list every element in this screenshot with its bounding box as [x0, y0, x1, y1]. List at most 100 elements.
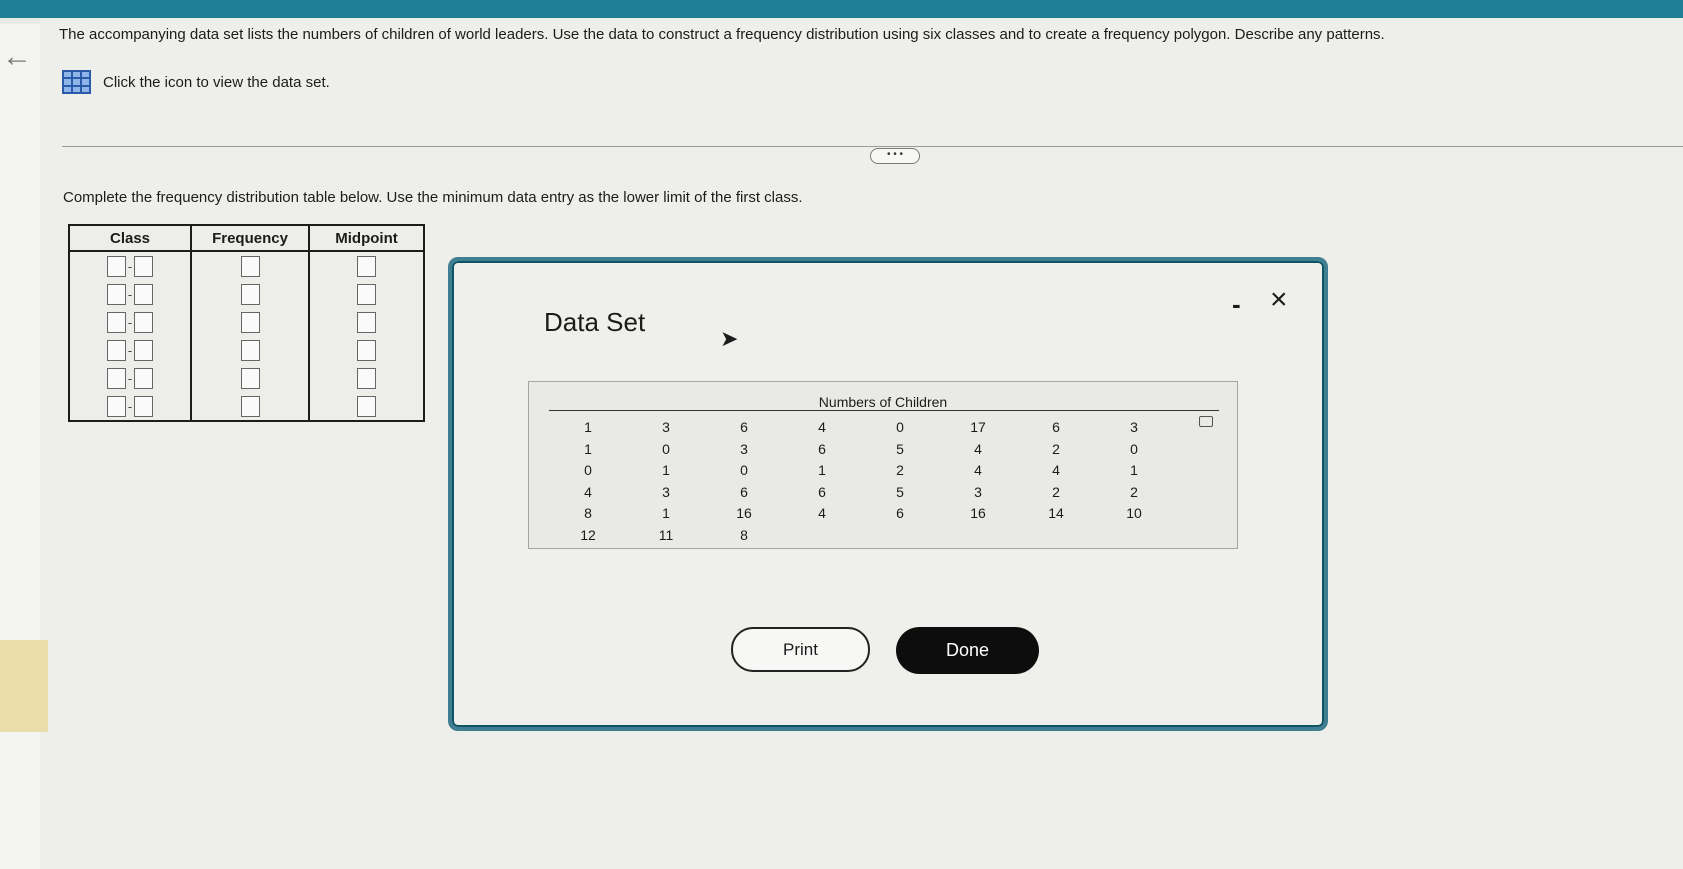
data-value: 3	[1130, 419, 1138, 435]
done-button[interactable]: Done	[896, 627, 1039, 674]
copy-data-icon[interactable]	[1199, 416, 1213, 427]
midpoint-cell	[308, 308, 425, 336]
data-set-dialog: Data Set ➤ - × Numbers of Children 11048…	[448, 257, 1328, 731]
data-value: 2	[896, 462, 904, 478]
frequency-input[interactable]	[240, 255, 260, 277]
data-value: 0	[662, 440, 670, 457]
top-bar	[0, 0, 1683, 18]
data-value: 1	[818, 462, 826, 478]
data-link-label: Click the icon to view the data set.	[103, 73, 330, 91]
instruction-text: Complete the frequency distribution tabl…	[63, 189, 803, 206]
data-column: 0 5 2 5 6	[861, 417, 939, 546]
data-value: 2	[1052, 483, 1060, 500]
class-dash: -	[127, 342, 133, 358]
midpoint-input[interactable]	[357, 255, 376, 277]
data-value: 3	[662, 419, 670, 435]
minimize-button[interactable]: -	[1232, 289, 1241, 320]
frequency-input[interactable]	[240, 367, 260, 389]
data-table-icon[interactable]	[62, 70, 91, 94]
print-button[interactable]: Print	[731, 627, 870, 672]
data-value: 1	[662, 462, 670, 478]
column-header-midpoint: Midpoint	[308, 224, 425, 252]
data-value: 4	[1052, 462, 1060, 478]
data-column: 3 0 1 2 10	[1095, 417, 1173, 546]
data-value: 0	[1130, 440, 1138, 457]
class-lower-input[interactable]	[107, 367, 126, 389]
column-header-frequency: Frequency	[190, 224, 310, 252]
class-upper-input[interactable]	[134, 395, 153, 417]
class-upper-input[interactable]	[134, 283, 153, 305]
frequency-cell	[190, 392, 310, 422]
class-upper-input[interactable]	[134, 255, 153, 277]
table-row: -	[68, 280, 425, 308]
frequency-cell	[190, 364, 310, 392]
close-button[interactable]: ×	[1270, 283, 1288, 317]
table-row: -	[68, 251, 425, 280]
data-columns: 1 1 0 4 8 12 3 0 1 3 1 11 6 3 0 6 16 8 4 6 1 6 4 0 5 2 5 6 17 4 4 3 16 6 2…	[549, 417, 1173, 546]
class-lower-input[interactable]	[107, 255, 126, 277]
frequency-input[interactable]	[240, 283, 260, 305]
data-value: 3	[662, 483, 670, 500]
data-value: 3	[974, 483, 982, 500]
midpoint-cell	[308, 251, 425, 280]
table-row: -	[68, 336, 425, 364]
back-arrow-icon[interactable]: ←	[2, 40, 32, 74]
frequency-input[interactable]	[240, 395, 260, 417]
class-dash: -	[127, 370, 133, 386]
data-column: 17 4 4 3 16	[939, 417, 1017, 546]
data-value: 1	[662, 505, 670, 521]
data-value: 16	[970, 505, 986, 521]
table-row: -	[68, 364, 425, 392]
midpoint-input[interactable]	[357, 283, 376, 305]
data-value: 6	[740, 483, 748, 500]
data-column: 1 1 0 4 8 12	[549, 417, 627, 546]
data-value: 6	[818, 440, 826, 457]
class-upper-input[interactable]	[134, 367, 153, 389]
class-cell: -	[68, 308, 192, 336]
data-column: 3 0 1 3 1 11	[627, 417, 705, 546]
data-value: 11	[658, 526, 674, 543]
class-lower-input[interactable]	[107, 311, 126, 333]
data-header: Numbers of Children	[818, 394, 948, 410]
midpoint-input[interactable]	[357, 367, 376, 389]
class-upper-input[interactable]	[134, 339, 153, 361]
section-divider	[62, 146, 1683, 147]
class-lower-input[interactable]	[107, 283, 126, 305]
column-header-class: Class	[68, 224, 192, 252]
class-lower-input[interactable]	[107, 395, 126, 417]
data-value: 16	[736, 505, 752, 521]
data-value: 4	[584, 483, 592, 500]
mouse-cursor-icon: ➤	[720, 326, 739, 351]
data-column: 4 6 1 6 4	[783, 417, 861, 546]
data-column: 6 2 4 2 14	[1017, 417, 1095, 546]
data-value: 0	[896, 419, 904, 435]
data-value: 5	[896, 440, 904, 457]
expand-more-button[interactable]: • • •	[870, 148, 920, 164]
midpoint-input[interactable]	[357, 395, 376, 417]
midpoint-input[interactable]	[357, 339, 376, 361]
view-data-set-link[interactable]: Click the icon to view the data set.	[62, 70, 330, 94]
data-value: 4	[974, 440, 982, 457]
data-value: 6	[896, 505, 904, 521]
data-value: 2	[1052, 440, 1060, 457]
data-value: 12	[580, 526, 596, 543]
class-upper-input[interactable]	[134, 311, 153, 333]
left-strip	[0, 24, 40, 869]
frequency-input[interactable]	[240, 311, 260, 333]
class-dash: -	[127, 258, 133, 274]
data-value: 6	[740, 419, 748, 435]
data-column: 6 3 0 6 16 8	[705, 417, 783, 546]
data-value: 10	[1126, 505, 1142, 521]
table-row: -	[68, 308, 425, 336]
data-value: 17	[970, 419, 986, 435]
midpoint-cell	[308, 364, 425, 392]
data-value: 8	[740, 526, 748, 543]
data-value: 6	[1052, 419, 1060, 435]
data-value: 1	[1130, 462, 1138, 478]
class-lower-input[interactable]	[107, 339, 126, 361]
frequency-input[interactable]	[240, 339, 260, 361]
class-dash: -	[127, 398, 133, 414]
midpoint-input[interactable]	[357, 311, 376, 333]
data-value: 0	[584, 462, 592, 478]
frequency-cell	[190, 308, 310, 336]
